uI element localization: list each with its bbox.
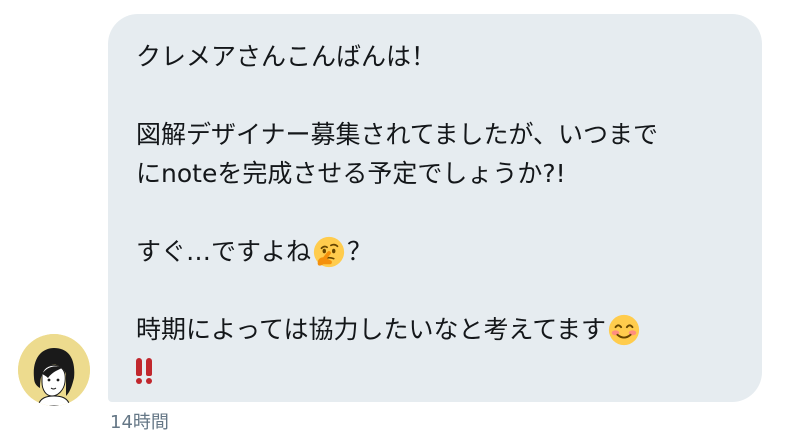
message-line: にnoteを完成させる予定でしょうか?!	[136, 159, 734, 189]
message-text: 時期によっては協力したいなと考えてます	[136, 315, 607, 344]
message-line: クレメアさんこんばんは！	[136, 42, 734, 72]
message-line: 時期によっては協力したいなと考えてます	[136, 313, 734, 347]
thinking-face-emoji-icon	[312, 235, 346, 269]
message-text: にnoteを完成させる予定でしょうか?!	[136, 159, 566, 188]
message-bubble[interactable]: クレメアさんこんばんは！ 図解デザイナー募集されてましたが、いつまで にnote…	[108, 14, 762, 402]
message-line: すぐ…ですよね ？	[136, 235, 734, 269]
message-line: 図解デザイナー募集されてましたが、いつまで	[136, 120, 734, 150]
message-line	[136, 354, 734, 384]
dm-conversation: クレメアさんこんばんは！ 図解デザイナー募集されてましたが、いつまで にnote…	[0, 0, 798, 444]
message-text: すぐ…ですよね	[136, 237, 312, 266]
sender-avatar[interactable]	[18, 334, 90, 406]
message-timestamp: 14時間	[110, 412, 169, 433]
smiling-face-emoji-icon	[607, 313, 641, 347]
avatar-illustration-icon	[18, 334, 90, 406]
message-text: ？	[347, 237, 373, 266]
message-text: 図解デザイナー募集されてましたが、いつまで	[136, 120, 659, 149]
double-exclamation-emoji-icon	[136, 354, 152, 384]
message-text: クレメアさんこんばんは！	[136, 42, 437, 71]
